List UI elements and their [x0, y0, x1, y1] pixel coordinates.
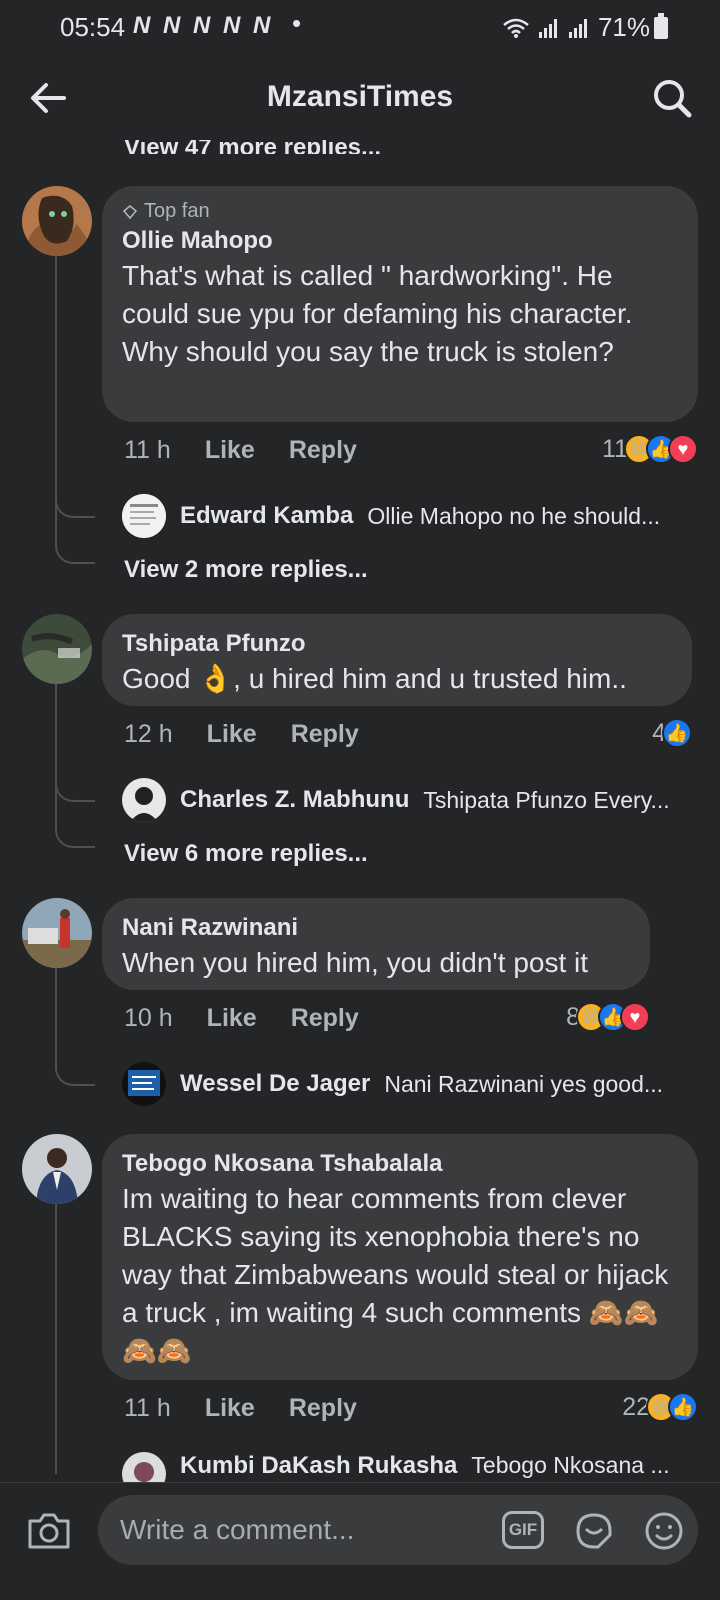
thread-line	[55, 968, 57, 1048]
signal-icon	[538, 18, 557, 38]
reply-author[interactable]: Edward Kamba	[180, 502, 353, 530]
avatar-image	[22, 186, 92, 256]
comment-actions: 11 h Like Reply	[124, 1394, 357, 1423]
reaction-summary[interactable]: 22 😆 👍	[622, 1392, 698, 1422]
reply-text: Ollie Mahopo no he should...	[367, 502, 661, 529]
avatar-image	[22, 1134, 92, 1204]
avatar[interactable]	[22, 1134, 92, 1204]
avatar-image	[122, 1062, 166, 1106]
comment-author[interactable]: Nani Razwinani	[122, 912, 630, 944]
thread-curve	[55, 1038, 95, 1086]
avatar-image	[122, 494, 166, 538]
avatar[interactable]	[22, 186, 92, 256]
avatar[interactable]	[122, 1452, 166, 1482]
view-more-replies[interactable]: View 2 more replies...	[124, 556, 368, 584]
avatar-image	[22, 898, 92, 968]
avatar-image	[122, 778, 166, 822]
thread-curve	[55, 506, 95, 564]
diamond-icon	[122, 204, 138, 219]
status-dot: •	[292, 8, 302, 38]
comment-text: When you hired him, you didn't post it	[122, 947, 589, 978]
reaction-summary[interactable]: 8 😆 👍 ♥	[566, 1002, 650, 1032]
like-button[interactable]: Like	[207, 1004, 257, 1033]
like-reaction-icon: 👍	[668, 1392, 698, 1422]
avatar[interactable]	[122, 1062, 166, 1106]
comment-actions: 12 h Like Reply	[124, 720, 359, 749]
comment-time[interactable]: 12 h	[124, 720, 173, 749]
like-reaction-icon: 👍	[662, 718, 692, 748]
reply-author[interactable]: Kumbi DaKash Rukasha	[180, 1452, 457, 1480]
reply-preview[interactable]: Wessel De Jager Nani Razwinani yes good.…	[122, 1062, 663, 1106]
reply-button[interactable]: Reply	[291, 720, 359, 749]
camera-icon[interactable]	[26, 1511, 72, 1551]
comment-author[interactable]: Ollie Mahopo	[122, 225, 678, 257]
page-title: MzansiTimes	[266, 80, 454, 113]
status-bar: 05:54 N N N N N • 71%	[0, 0, 720, 56]
comment-time[interactable]: 11 h	[124, 436, 171, 465]
comment-bubble[interactable]: Tebogo Nkosana Tshabalala Im waiting to …	[102, 1134, 698, 1380]
reply-preview[interactable]: Charles Z. Mabhunu Tshipata Pfunzo Every…	[122, 778, 670, 822]
reply-button[interactable]: Reply	[289, 436, 357, 465]
comment-time[interactable]: 10 h	[124, 1004, 173, 1033]
reply-text: Tshipata Pfunzo Every...	[423, 786, 670, 813]
status-right: 71%	[502, 12, 650, 43]
reply-preview[interactable]: Edward Kamba Ollie Mahopo no he should..…	[122, 494, 660, 538]
comment-text: Good 👌, u hired him and u trusted him..	[122, 663, 627, 694]
love-reaction-icon: ♥	[620, 1002, 650, 1032]
view-more-replies[interactable]: View 6 more replies...	[124, 840, 368, 868]
comment-bubble[interactable]: Tshipata Pfunzo Good 👌, u hired him and …	[102, 614, 692, 706]
emoji-icon[interactable]	[642, 1509, 686, 1553]
status-time: 05:54	[60, 12, 126, 42]
reply-button[interactable]: Reply	[289, 1394, 357, 1423]
search-icon[interactable]	[650, 76, 694, 120]
reply-text: Nani Razwinani yes good...	[384, 1070, 664, 1097]
comment-actions: 10 h Like Reply	[124, 1004, 359, 1033]
comment-text: Im waiting to hear comments from clever …	[122, 1183, 669, 1366]
reaction-summary[interactable]: 11 😆 👍 ♥	[602, 434, 698, 464]
avatar[interactable]	[22, 614, 92, 684]
comment-bubble[interactable]: Top fan Ollie Mahopo That's what is call…	[102, 186, 698, 422]
thread-curve	[55, 790, 95, 848]
comment-actions: 11 h Like Reply	[124, 436, 357, 465]
battery-icon	[654, 13, 668, 39]
reply-text: Tebogo Nkosana ...	[471, 1452, 670, 1478]
reaction-summary[interactable]: 4 👍	[652, 718, 692, 748]
reply-button[interactable]: Reply	[291, 1004, 359, 1033]
thread-line	[55, 256, 57, 506]
sticker-icon[interactable]	[572, 1509, 616, 1553]
reply-preview[interactable]: Kumbi DaKash Rukasha Tebogo Nkosana ...	[122, 1452, 670, 1482]
top-fan-badge: Top fan	[122, 200, 678, 223]
like-button[interactable]: Like	[205, 1394, 255, 1423]
comment-bubble[interactable]: Nani Razwinani When you hired him, you d…	[102, 898, 650, 990]
love-reaction-icon: ♥	[668, 434, 698, 464]
comment-composer: GIF	[0, 1482, 720, 1600]
reply-author[interactable]: Charles Z. Mabhunu	[180, 786, 409, 814]
top-fan-label: Top fan	[144, 200, 210, 222]
comment-author[interactable]: Tebogo Nkosana Tshabalala	[122, 1148, 678, 1180]
avatar[interactable]	[122, 494, 166, 538]
avatar-image	[22, 614, 92, 684]
like-button[interactable]: Like	[205, 436, 255, 465]
like-button[interactable]: Like	[207, 720, 257, 749]
comment-author[interactable]: Tshipata Pfunzo	[122, 628, 672, 660]
avatar-image	[122, 1452, 166, 1482]
battery-percent: 71%	[597, 12, 650, 42]
reply-author[interactable]: Wessel De Jager	[180, 1070, 370, 1098]
comment-time[interactable]: 11 h	[124, 1394, 171, 1423]
avatar[interactable]	[22, 898, 92, 968]
gif-button[interactable]: GIF	[502, 1511, 544, 1549]
thread-line	[55, 1204, 57, 1474]
wifi-icon	[503, 18, 529, 38]
signal-icon-2	[568, 18, 587, 38]
notification-icons: N N N N N	[133, 12, 274, 39]
app-header: MzansiTimes	[0, 56, 720, 140]
comment-text: That's what is called " hardworking". He…	[122, 260, 633, 367]
avatar[interactable]	[122, 778, 166, 822]
